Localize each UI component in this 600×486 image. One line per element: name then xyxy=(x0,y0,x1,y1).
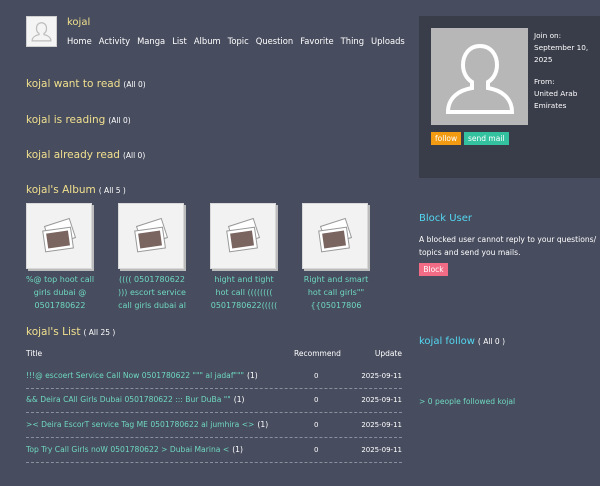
list-table-header: Title Recommend Update xyxy=(26,349,402,361)
album-caption[interactable]: Right and smart hot call girls""{{050178… xyxy=(300,273,372,312)
nav-thing[interactable]: Thing xyxy=(341,36,364,46)
table-row: >< Deira EscorT service Tag ME 050178062… xyxy=(26,414,402,438)
nav-album[interactable]: Album xyxy=(194,36,221,46)
nav-uploads[interactable]: Uploads xyxy=(371,36,405,46)
nav-favorite[interactable]: Favorite xyxy=(300,36,333,46)
photo-icon xyxy=(134,217,169,253)
follow-title-text: kojal follow xyxy=(419,336,475,347)
col-recommend: Recommend xyxy=(294,349,341,358)
list-entry[interactable]: && Deira CAll Girls Dubai 0501780622 :::… xyxy=(26,395,245,404)
block-user-description: A blocked user cannot reply to your ques… xyxy=(419,235,597,257)
follow-button[interactable]: follow xyxy=(431,132,461,145)
album-thumbnail[interactable] xyxy=(210,203,276,269)
section-title-text: kojal already read xyxy=(26,149,120,161)
nav-manga[interactable]: Manga xyxy=(137,36,165,46)
section-count: ( All 5 ) xyxy=(98,186,126,195)
update-date: 2025-09-11 xyxy=(361,396,402,404)
album-thumbnail[interactable] xyxy=(26,203,92,269)
section-title-text: kojal's Album xyxy=(26,184,96,196)
album-caption[interactable]: hight and tight hot call (((((((( 050178… xyxy=(208,273,280,312)
profile-nav: Home Activity Manga List Album Topic Que… xyxy=(67,36,412,46)
already-read-heading[interactable]: kojal already read (All 0) xyxy=(26,149,145,161)
list-entry-count: (1) xyxy=(246,371,258,380)
list-entry-title[interactable]: >< Deira EscorT service Tag ME 050178062… xyxy=(26,420,254,429)
followers-link[interactable]: > 0 people followed kojal xyxy=(419,397,515,406)
want-to-read-heading[interactable]: kojal want to read (All 0) xyxy=(26,78,146,90)
album-thumbnail[interactable] xyxy=(118,203,184,269)
table-row: !!!@ escoert Service Call Now 0501780622… xyxy=(26,365,402,389)
from-label: From: xyxy=(534,77,555,86)
user-avatar[interactable] xyxy=(26,16,57,47)
nav-activity[interactable]: Activity xyxy=(99,36,130,46)
join-label: Join on: xyxy=(534,31,562,40)
album-item[interactable]: hight and tight hot call (((((((( 050178… xyxy=(210,203,278,312)
section-title-text: kojal's List xyxy=(26,326,81,338)
album-item[interactable]: Right and smart hot call girls""{{050178… xyxy=(302,203,370,312)
update-date: 2025-09-11 xyxy=(361,446,402,454)
photo-icon xyxy=(318,217,353,253)
follow-heading[interactable]: kojal follow( All 0 ) xyxy=(419,336,505,347)
update-date: 2025-09-11 xyxy=(361,372,402,380)
profile-card: Join on: September 10, 2025 From: United… xyxy=(419,16,600,178)
profile-avatar xyxy=(431,28,528,125)
default-avatar-icon xyxy=(445,43,514,114)
list-entry-title[interactable]: Top Try Call Girls noW 0501780622 > Duba… xyxy=(26,445,229,454)
list-entry[interactable]: !!!@ escoert Service Call Now 0501780622… xyxy=(26,371,258,380)
list-entry-title[interactable]: !!!@ escoert Service Call Now 0501780622… xyxy=(26,371,244,380)
section-count: (All 0) xyxy=(108,116,131,125)
nav-topic[interactable]: Topic xyxy=(228,36,249,46)
nav-list[interactable]: List xyxy=(172,36,187,46)
nav-question[interactable]: Question xyxy=(256,36,293,46)
table-row: && Deira CAll Girls Dubai 0501780622 :::… xyxy=(26,389,402,413)
nav-home[interactable]: Home xyxy=(67,36,92,46)
album-caption[interactable]: %@ top hoot call girls dubai @ 050178062… xyxy=(24,273,96,312)
recommend-count: 0 xyxy=(314,421,319,429)
section-count: ( All 25 ) xyxy=(83,328,116,337)
follow-count: ( All 0 ) xyxy=(477,337,505,346)
username[interactable]: kojal xyxy=(67,17,90,28)
col-update: Update xyxy=(374,349,402,358)
list-entry[interactable]: >< Deira EscorT service Tag ME 050178062… xyxy=(26,420,268,429)
block-button[interactable]: Block xyxy=(419,263,448,276)
album-heading[interactable]: kojal's Album( All 5 ) xyxy=(26,184,126,196)
list-entry-count: (1) xyxy=(232,445,243,454)
album-thumbnail[interactable] xyxy=(302,203,368,269)
album-caption[interactable]: (((( 0501780622 ))) escort service call … xyxy=(116,273,188,312)
section-count: (All 0) xyxy=(122,151,146,160)
recommend-count: 0 xyxy=(314,446,319,454)
section-title-text: kojal want to read xyxy=(26,78,121,90)
photo-icon xyxy=(42,217,77,253)
col-title: Title xyxy=(26,349,43,358)
block-user-heading: Block User xyxy=(419,213,473,224)
recommend-count: 0 xyxy=(314,372,319,380)
list-entry-count: (1) xyxy=(257,420,269,429)
album-item[interactable]: (((( 0501780622 ))) escort service call … xyxy=(118,203,186,312)
update-date: 2025-09-11 xyxy=(361,421,402,429)
recommend-count: 0 xyxy=(314,396,319,404)
default-avatar-icon xyxy=(31,22,52,42)
section-title-text: kojal is reading xyxy=(26,114,106,126)
list-entry[interactable]: Top Try Call Girls noW 0501780622 > Duba… xyxy=(26,445,243,454)
photo-icon xyxy=(226,217,261,253)
from-value: United Arab Emirates xyxy=(534,89,578,110)
table-row: Top Try Call Girls noW 0501780622 > Duba… xyxy=(26,439,402,463)
list-heading[interactable]: kojal's List( All 25 ) xyxy=(26,326,115,338)
profile-info: Join on: September 10, 2025 From: United… xyxy=(534,30,600,112)
send-mail-button[interactable]: send mail xyxy=(464,132,509,145)
list-entry-count: (1) xyxy=(233,395,245,404)
section-count: (All 0) xyxy=(123,80,146,89)
list-entry-title[interactable]: && Deira CAll Girls Dubai 0501780622 :::… xyxy=(26,395,231,404)
is-reading-heading[interactable]: kojal is reading (All 0) xyxy=(26,114,131,126)
album-item[interactable]: %@ top hoot call girls dubai @ 050178062… xyxy=(26,203,94,312)
join-date: September 10, 2025 xyxy=(534,43,589,64)
